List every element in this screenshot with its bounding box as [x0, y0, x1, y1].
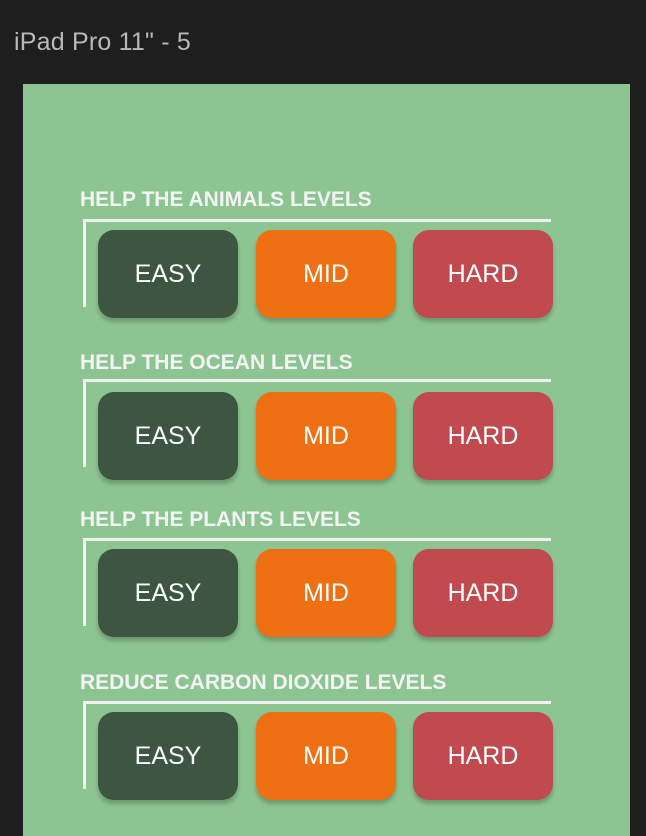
mid-button[interactable]: MID [256, 549, 396, 637]
artboard: HELP THE ANIMALS LEVELS EASY MID HARD HE… [23, 84, 630, 836]
section-title: HELP THE OCEAN LEVELS [80, 351, 353, 374]
hard-button[interactable]: HARD [413, 230, 553, 318]
easy-button[interactable]: EASY [98, 712, 238, 800]
hard-button[interactable]: HARD [413, 392, 553, 480]
easy-button[interactable]: EASY [98, 549, 238, 637]
hard-button[interactable]: HARD [413, 549, 553, 637]
section-title: HELP THE PLANTS LEVELS [80, 508, 361, 531]
hard-button[interactable]: HARD [413, 712, 553, 800]
section-title: HELP THE ANIMALS LEVELS [80, 188, 372, 211]
mid-button[interactable]: MID [256, 712, 396, 800]
frame-title: iPad Pro 11" - 5 [14, 28, 191, 56]
easy-button[interactable]: EASY [98, 392, 238, 480]
mid-button[interactable]: MID [256, 230, 396, 318]
section-title: REDUCE CARBON DIOXIDE LEVELS [80, 671, 447, 694]
easy-button[interactable]: EASY [98, 230, 238, 318]
mid-button[interactable]: MID [256, 392, 396, 480]
